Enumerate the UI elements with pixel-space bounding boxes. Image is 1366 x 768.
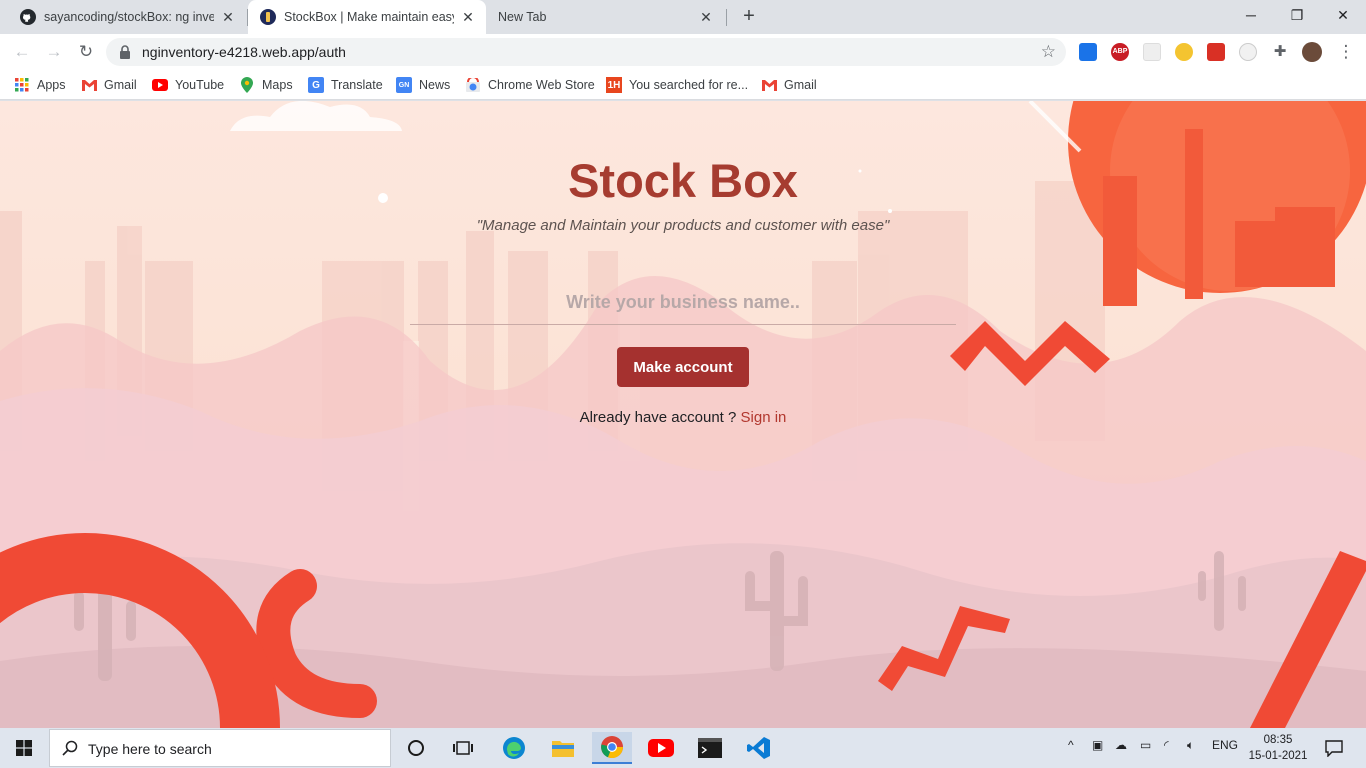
profile-avatar[interactable] (1302, 42, 1322, 62)
browser-toolbar: ← → ↻ nginventory-e4218.web.app/auth ☆ A… (0, 34, 1366, 70)
new-tab-button[interactable]: + (737, 5, 761, 29)
bookmark-translate[interactable]: G Translate (308, 76, 383, 94)
bookmark-label: Chrome Web Store (488, 78, 595, 92)
gmail-icon (761, 77, 777, 93)
bookmark-label: Gmail (784, 78, 817, 92)
meet-now-icon[interactable]: ▣ (1092, 738, 1103, 752)
clock-time: 08:35 (1263, 734, 1293, 746)
file-explorer-icon[interactable] (543, 732, 583, 764)
search-icon (62, 740, 78, 756)
chrome-taskbar-icon[interactable] (592, 732, 632, 764)
apps-grid-icon (14, 77, 30, 93)
windows-taskbar: Type here to search ^ ▣ ☁ ▭ ◜ 🔈︎ ENG 08:… (0, 728, 1366, 768)
puzzle-icon[interactable]: ✚ (1271, 43, 1289, 61)
bookmark-label: Translate (331, 78, 383, 92)
bookmark-maps[interactable]: Maps (239, 76, 293, 94)
volume-icon[interactable]: 🔈︎ (1187, 738, 1194, 753)
close-tab-icon[interactable]: ✕ (698, 9, 714, 25)
github-icon (20, 9, 36, 25)
show-hidden-icons[interactable]: ^ (1068, 738, 1074, 752)
tab-strip: sayancoding/stockBox: ng invent ✕ StockB… (0, 0, 1366, 34)
terminal-icon[interactable] (690, 732, 730, 764)
ext-blank-icon[interactable] (1143, 43, 1161, 61)
screenshot-ext-icon[interactable] (1079, 43, 1097, 61)
minimize-button[interactable]: ─ (1228, 0, 1274, 30)
already-have-account-text: Already have account ? Sign in (0, 409, 1366, 426)
business-name-input[interactable] (410, 281, 956, 325)
tab-title: StockBox | Make maintain easy (284, 10, 454, 24)
youtube-icon (152, 77, 168, 93)
address-bar[interactable]: nginventory-e4218.web.app/auth ☆ (106, 38, 1066, 66)
network-icon[interactable]: ◜ (1164, 738, 1169, 752)
bookmark-label: Apps (37, 78, 66, 92)
stockbox-favicon (260, 9, 276, 25)
tab-stockbox[interactable]: StockBox | Make maintain easy ✕ (248, 0, 486, 34)
url-text: nginventory-e4218.web.app/auth (142, 44, 346, 60)
ext-moon-icon[interactable] (1175, 43, 1193, 61)
lock-icon (120, 45, 130, 59)
bookmark-label: YouTube (175, 78, 225, 92)
windows-logo-icon (16, 740, 32, 756)
back-button[interactable]: ← (10, 40, 34, 64)
bookmark-label: Gmail (104, 78, 137, 92)
bookmark-gmail-2[interactable]: Gmail (761, 76, 817, 94)
bookmark-news[interactable]: GN News (396, 76, 450, 94)
close-tab-icon[interactable]: ✕ (460, 9, 476, 25)
onehindi-icon: 1H (606, 77, 622, 93)
tab-title: New Tab (498, 10, 547, 24)
youtube-taskbar-icon[interactable] (641, 732, 681, 764)
bookmark-label: News (419, 78, 451, 92)
notifications-icon[interactable] (1314, 732, 1354, 764)
forward-button[interactable]: → (42, 40, 66, 64)
vscode-icon[interactable] (739, 732, 779, 764)
menu-kebab-icon[interactable]: ⋮ (1334, 40, 1358, 64)
sign-in-link[interactable]: Sign in (741, 409, 787, 426)
task-view-icon[interactable] (443, 732, 483, 764)
close-tab-icon[interactable]: ✕ (220, 9, 236, 25)
bookmark-label: Maps (262, 78, 293, 92)
already-label: Already have account ? (579, 409, 737, 426)
ext-face-icon[interactable] (1239, 43, 1257, 61)
bookmark-1hindi[interactable]: 1H You searched for re... (606, 76, 748, 94)
edge-icon[interactable] (494, 732, 534, 764)
bookmarks-bar: Apps Gmail YouTube Maps G Translate GN N… (0, 70, 1366, 100)
adblock-plus-icon[interactable]: ABP (1111, 43, 1129, 61)
make-account-button[interactable]: Make account (617, 347, 749, 387)
restore-button[interactable]: ❐ (1274, 0, 1320, 30)
page-viewport: Stock Box "Manage and Maintain your prod… (0, 101, 1366, 728)
tagline: "Manage and Maintain your products and c… (476, 217, 890, 234)
language-indicator[interactable]: ENG (1212, 738, 1238, 752)
maps-pin-icon (239, 77, 255, 93)
onedrive-icon[interactable]: ☁ (1115, 738, 1127, 752)
battery-icon[interactable]: ▭ (1140, 738, 1151, 752)
close-window-button[interactable]: ✕ (1320, 0, 1366, 30)
page-title: Stock Box (568, 154, 798, 207)
cortana-icon[interactable] (396, 732, 436, 764)
tab-new-tab[interactable]: New Tab ✕ (486, 0, 724, 34)
bookmark-youtube[interactable]: YouTube (152, 76, 224, 94)
search-placeholder: Type here to search (88, 741, 212, 757)
clock[interactable]: 08:35 15-01-2021 (1244, 732, 1312, 764)
translate-icon: G (308, 77, 324, 93)
bookmark-gmail[interactable]: Gmail (81, 76, 137, 94)
ext-forward-icon[interactable] (1207, 43, 1225, 61)
clock-date: 15-01-2021 (1248, 750, 1308, 762)
bookmark-apps[interactable]: Apps (14, 76, 66, 94)
news-icon: GN (396, 77, 412, 93)
bookmark-chrome-web-store[interactable]: Chrome Web Store (465, 76, 595, 94)
tab-github[interactable]: sayancoding/stockBox: ng invent ✕ (8, 0, 246, 34)
bookmark-star-icon[interactable]: ☆ (1041, 42, 1056, 62)
tab-title: sayancoding/stockBox: ng invent (44, 10, 214, 24)
auth-card: Stock Box "Manage and Maintain your prod… (0, 101, 1366, 728)
start-button[interactable] (0, 728, 48, 768)
reload-button[interactable]: ↻ (74, 40, 98, 64)
tab-separator (726, 9, 727, 26)
chrome-web-store-icon (465, 77, 481, 93)
bookmark-label: You searched for re... (629, 78, 749, 92)
gmail-icon (81, 77, 97, 93)
taskbar-search-box[interactable]: Type here to search (49, 729, 391, 767)
